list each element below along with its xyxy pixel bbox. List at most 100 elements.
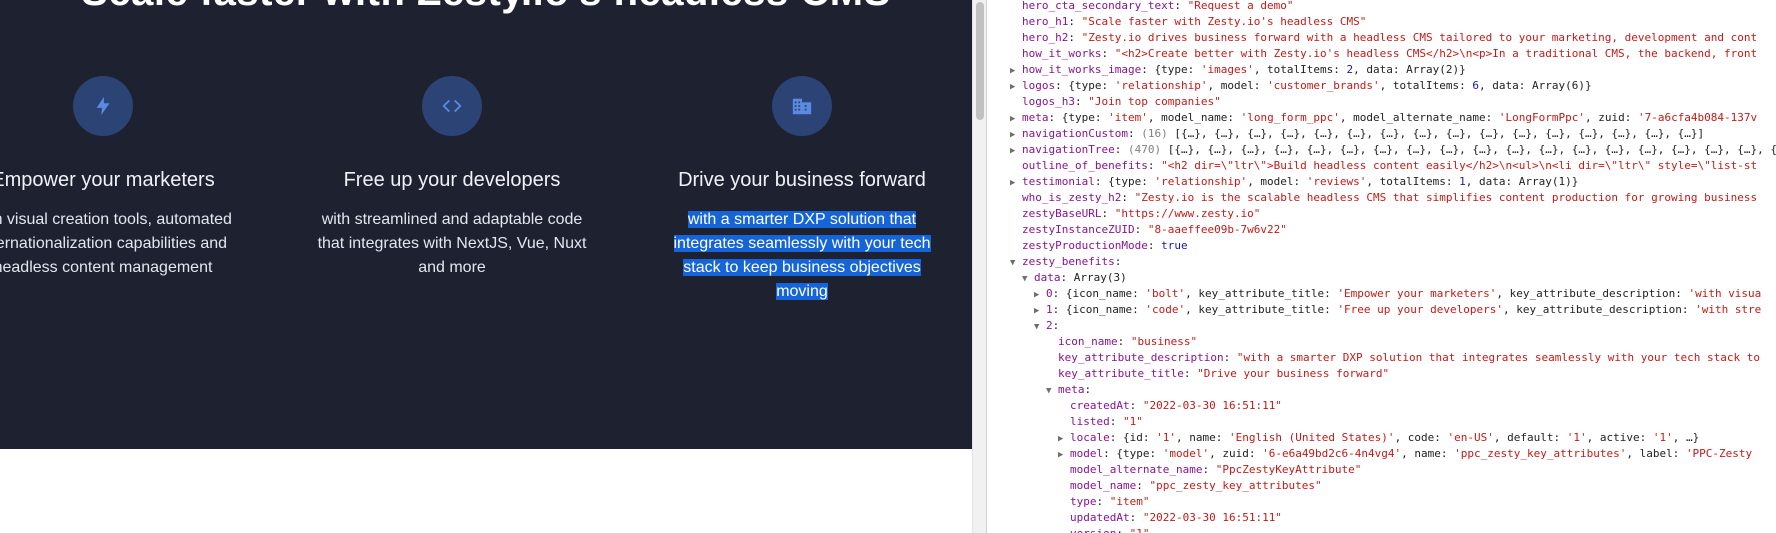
devtools-property-row[interactable]: ▼ zesty_benefits:	[1010, 254, 1121, 270]
property-key: hero_h2	[1022, 31, 1069, 44]
property-value: 'PPC-Zesty	[1685, 447, 1753, 460]
devtools-property-row[interactable]: ▶ 1: {icon_name: 'code', key_attribute_ti…	[1034, 302, 1761, 318]
property-value: {type:	[1108, 175, 1155, 188]
property-value: [{…}, {…}, {…}, {…}, {…}, {…}, {…}, {…},…	[1167, 143, 1776, 156]
property-value: {icon_name:	[1065, 287, 1146, 300]
property-value: , label:	[1626, 447, 1686, 460]
business-icon	[772, 76, 832, 136]
expand-triangle-icon[interactable]: ▶	[1058, 447, 1070, 463]
web-page: Scale faster with Zesty.io's headless CM…	[0, 0, 972, 533]
devtools-property-row: type: "item"	[1070, 495, 1150, 508]
devtools-property-row[interactable]: ▼ data: Array(3)	[1022, 270, 1127, 286]
section-heading: Scale faster with Zesty.io's headless CM…	[0, 0, 972, 15]
devtools-property-row: key_attribute_title: "Drive your busines…	[1058, 367, 1390, 380]
benefit-description: with streamlined and adaptable code that…	[317, 211, 587, 276]
devtools-property-row[interactable]: ▶ meta: {type: 'item', model_name: 'long_…	[1010, 110, 1757, 126]
property-value: 6	[1472, 79, 1479, 92]
property-value: "1"	[1123, 415, 1143, 428]
collapse-triangle-icon[interactable]: ▼	[1046, 383, 1058, 399]
property-value: {type:	[1061, 111, 1109, 124]
devtools-property-row: hero_cta_secondary_text: "Request a demo…	[1022, 0, 1294, 12]
benefits-section: Scale faster with Zesty.io's headless CM…	[0, 0, 972, 449]
devtools-property-row[interactable]: ▶ 0: {icon_name: 'bolt', key_attribute_ti…	[1034, 286, 1761, 302]
devtools-property-row: how_it_works: "<h2>Create better with Ze…	[1022, 47, 1758, 60]
property-value: 'relationship'	[1114, 79, 1208, 92]
devtools-property-row: listed: "1"	[1070, 415, 1143, 428]
collapse-triangle-icon[interactable]: ▼	[1010, 255, 1022, 271]
property-value: , data: Array(2)}	[1353, 63, 1466, 76]
expand-triangle-icon[interactable]: ▶	[1010, 79, 1022, 95]
property-key: 0	[1046, 287, 1053, 300]
devtools-property-row[interactable]: ▼ meta:	[1046, 382, 1091, 398]
property-value: , key_attribute_title:	[1185, 287, 1338, 300]
property-value: , model:	[1207, 79, 1268, 92]
property-value: "with a smarter DXP solution that integr…	[1236, 351, 1761, 364]
property-value: 'Free up your developers'	[1337, 303, 1504, 316]
expand-triangle-icon[interactable]: ▶	[1010, 143, 1022, 159]
property-value: '1'	[1156, 431, 1176, 444]
expand-triangle-icon[interactable]: ▶	[1034, 287, 1046, 303]
devtools-property-row[interactable]: ▶ navigationCustom: (16) [{…}, {…}, {…}, …	[1010, 126, 1704, 142]
property-value: "1"	[1130, 527, 1150, 533]
expand-triangle-icon[interactable]: ▶	[1058, 431, 1070, 447]
devtools-property-row[interactable]: ▶ model: {type: 'model', zuid: '6-e6a49bd…	[1058, 446, 1752, 462]
benefit-title: Empower your marketers	[0, 169, 215, 191]
property-value: , totalItems:	[1366, 175, 1460, 188]
property-value: , default:	[1493, 431, 1567, 444]
devtools-property-row[interactable]: ▶ logos: {type: 'relationship', model: 'c…	[1010, 78, 1592, 94]
property-value: , totalItems:	[1253, 63, 1347, 76]
property-value: [{…}, {…}, {…}, {…}, {…}, {…}, {…}, {…},…	[1174, 127, 1705, 140]
devtools-console-object-tree[interactable]: hero_cta_secondary_text: "Request a demo…	[986, 0, 1776, 533]
devtools-property-row[interactable]: ▶ locale: {id: '1', name: 'English (Unite…	[1058, 430, 1699, 446]
collapse-triangle-icon[interactable]: ▼	[1034, 319, 1046, 335]
benefit-title: Drive your business forward	[678, 169, 926, 191]
property-key: who_is_zesty_h2	[1022, 191, 1122, 204]
selected-text: with a smarter DXP solution that integra…	[673, 211, 931, 300]
collapse-triangle-icon[interactable]: ▼	[1022, 271, 1034, 287]
property-key: how_it_works	[1022, 47, 1102, 60]
property-value: , name:	[1176, 431, 1229, 444]
devtools-property-row: who_is_zesty_h2: "Zesty.io is the scalab…	[1022, 191, 1758, 204]
property-value: "business"	[1130, 335, 1198, 348]
property-value: , key_attribute_description:	[1503, 303, 1696, 316]
property-key: key_attribute_title	[1058, 367, 1184, 380]
property-key: version	[1070, 527, 1116, 533]
property-value: {type:	[1068, 79, 1115, 92]
devtools-property-row: key_attribute_description: "with a smart…	[1058, 351, 1761, 364]
scrollbar-thumb[interactable]	[976, 2, 984, 120]
property-value: 'long_form_ppc'	[1240, 111, 1340, 124]
devtools-property-row: zestyBaseURL: "https://www.zesty.io"	[1022, 207, 1261, 220]
property-value: 'item'	[1108, 111, 1148, 124]
property-value: , key_attribute_description:	[1496, 287, 1689, 300]
expand-triangle-icon[interactable]: ▶	[1034, 303, 1046, 319]
property-value: , zuid:	[1209, 447, 1263, 460]
property-key: meta	[1058, 383, 1085, 396]
property-value: , key_attribute_title:	[1185, 303, 1338, 316]
devtools-property-row[interactable]: ▶ how_it_works_image: {type: 'images', to…	[1010, 62, 1466, 78]
devtools-property-row[interactable]: ▶ testimonial: {type: 'relationship', mod…	[1010, 174, 1578, 190]
property-value: 'Empower your marketers'	[1337, 287, 1497, 300]
property-value: {type:	[1116, 447, 1163, 460]
property-key: locale	[1070, 431, 1110, 444]
property-value: 'model'	[1162, 447, 1210, 460]
expand-triangle-icon[interactable]: ▶	[1010, 127, 1022, 143]
property-value: , totalItems:	[1379, 79, 1473, 92]
property-value: "https://www.zesty.io"	[1114, 207, 1261, 220]
expand-triangle-icon[interactable]: ▶	[1010, 63, 1022, 79]
devtools-property-row[interactable]: ▶ navigationTree: (470) [{…}, {…}, {…}, {…	[1010, 142, 1776, 158]
property-value: "<h2>Create better with Zesty.io's headl…	[1114, 47, 1758, 60]
property-key: logos	[1022, 79, 1056, 92]
devtools-property-row: version: "1"	[1058, 526, 1149, 533]
property-value: , model:	[1247, 175, 1307, 188]
property-value: 'LongFormPpc'	[1498, 111, 1585, 124]
expand-triangle-icon[interactable]: ▶	[1010, 111, 1022, 127]
property-key: model_alternate_name	[1070, 463, 1203, 476]
page-scrollbar[interactable]	[972, 0, 986, 533]
devtools-property-row[interactable]: ▼ 2:	[1034, 318, 1059, 334]
expand-triangle-icon[interactable]: ▶	[1010, 175, 1022, 191]
property-key: zesty_benefits	[1022, 255, 1115, 268]
property-value: 'with stre	[1695, 303, 1762, 316]
property-value: "ppc_zesty_key_attributes"	[1149, 479, 1322, 492]
property-value: "Join top companies"	[1088, 95, 1221, 108]
benefit-description-selected[interactable]: with a smarter DXP solution that integra…	[665, 208, 939, 304]
